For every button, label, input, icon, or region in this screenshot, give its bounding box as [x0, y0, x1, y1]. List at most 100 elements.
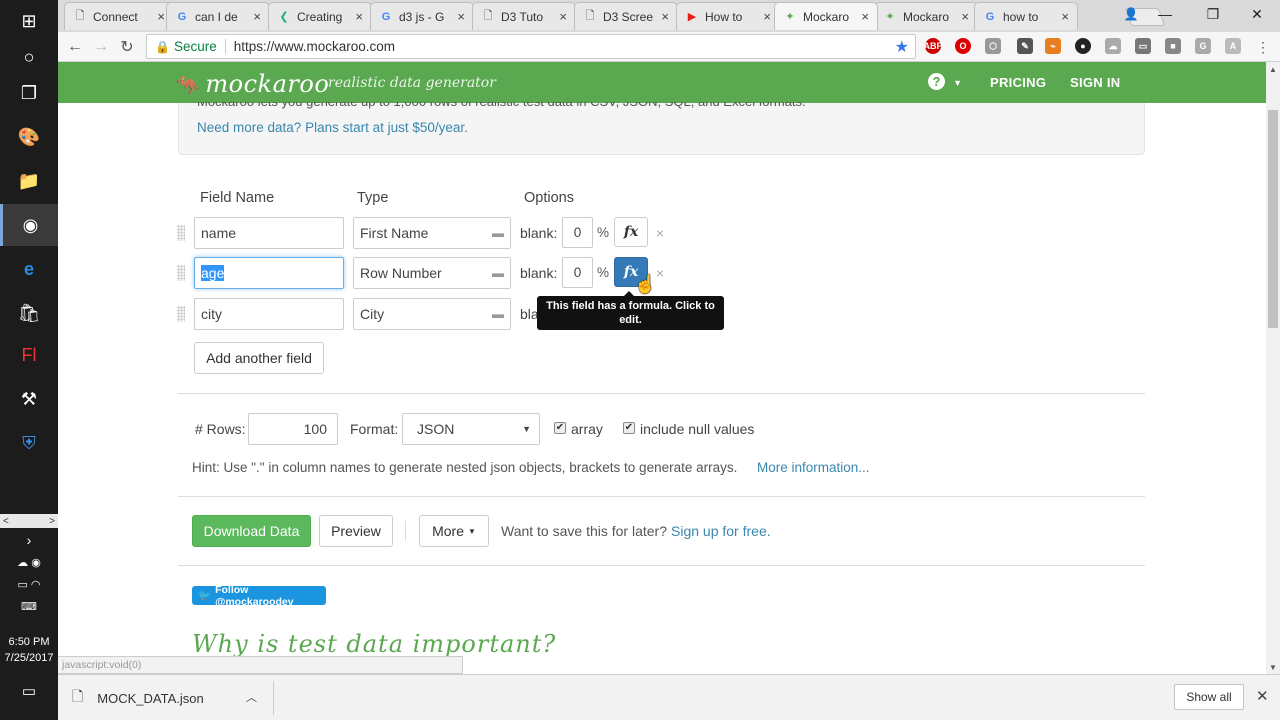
browser-tab[interactable]: G can I de ×	[166, 2, 270, 30]
drag-handle-icon[interactable]	[177, 225, 185, 241]
field-name-input[interactable]: name	[194, 217, 344, 249]
close-icon[interactable]: ×	[763, 9, 771, 24]
twitter-follow-button[interactable]: 🐦 Follow @mockaroodev	[192, 584, 326, 608]
close-icon[interactable]: ×	[961, 9, 969, 24]
browser-tab[interactable]: 🗋 D3 Scree ×	[574, 2, 678, 30]
drag-handle-icon[interactable]	[177, 265, 185, 281]
shield-ext-icon[interactable]: ⬡	[985, 38, 1001, 54]
scroll-down-icon[interactable]: ▼	[1266, 660, 1280, 674]
rows-input[interactable]: 100	[248, 413, 338, 445]
null-values-label: include null values	[640, 421, 755, 437]
keyboard-icon[interactable]: ⌨	[0, 600, 58, 613]
close-icon[interactable]: ×	[253, 9, 261, 24]
close-icon[interactable]: ×	[861, 9, 869, 24]
plans-link[interactable]: Need more data? Plans start at just $50/…	[197, 120, 468, 135]
array-checkbox[interactable]: ✔	[554, 422, 566, 434]
close-icon[interactable]: ×	[661, 9, 669, 24]
page-scrollbar[interactable]: ▲ ▼	[1266, 62, 1280, 674]
restore-icon[interactable]: ❐	[1190, 0, 1236, 28]
browser-tab[interactable]: ✦ Mockaro ×	[874, 2, 978, 30]
close-icon[interactable]: ×	[355, 9, 363, 24]
network-icon[interactable]: ▭ ◠	[0, 578, 58, 591]
pricing-link[interactable]: PRICING	[990, 75, 1046, 90]
file-explorer-icon[interactable]: 📁	[0, 160, 58, 202]
browser-tab[interactable]: 🗋 D3 Tuto ×	[472, 2, 576, 30]
browser-tab[interactable]: ❮ Creating ×	[268, 2, 372, 30]
cast-icon[interactable]: ▭	[1135, 38, 1151, 54]
chrome-taskbar-icon[interactable]: ◉	[0, 204, 58, 246]
browser-tab[interactable]: G d3 js - G ×	[370, 2, 474, 30]
help-menu[interactable]: ? ▼	[928, 73, 962, 90]
mockaroo-logo[interactable]: 🦘 mockaroo	[176, 70, 329, 98]
chevron-up-icon[interactable]: ︿	[246, 689, 257, 705]
remove-field-icon[interactable]: ×	[656, 265, 664, 281]
onedrive-icon[interactable]: ☁ ◉	[0, 556, 58, 569]
close-icon[interactable]: ×	[457, 9, 465, 24]
scrollbar-thumb[interactable]	[1268, 110, 1278, 328]
back-arrow-icon[interactable]: ←	[64, 36, 86, 58]
add-field-button[interactable]: Add another field	[194, 342, 324, 374]
browser-tab[interactable]: G how to ×	[974, 2, 1078, 30]
clock-date[interactable]: 7/25/2017	[0, 652, 58, 664]
dark-ext-icon[interactable]: ●	[1075, 38, 1091, 54]
tab-title: Creating	[297, 9, 343, 24]
more-button[interactable]: More ▼	[419, 515, 489, 547]
cloud-ext-icon[interactable]: ☁	[1105, 38, 1121, 54]
download-item[interactable]: 🗋 MOCK_DATA.json	[72, 683, 272, 713]
sign-up-link[interactable]: Sign up for free.	[671, 523, 771, 539]
square-ext-icon[interactable]: ■	[1165, 38, 1181, 54]
field-name-input[interactable]: city	[194, 298, 344, 330]
store-icon[interactable]: 🛍	[0, 292, 58, 334]
sign-in-link[interactable]: SIGN IN	[1070, 75, 1121, 90]
paint-icon[interactable]: 🎨	[0, 116, 58, 158]
blank-percent-input[interactable]: 0	[562, 257, 593, 288]
type-selector[interactable]: City ▬	[353, 298, 511, 330]
divider	[178, 393, 1145, 394]
browser-tab[interactable]: 🗋 Connect ×	[64, 2, 174, 30]
browser-tab-active[interactable]: ✦ Mockaro ×	[774, 2, 878, 30]
type-selector[interactable]: First Name ▬	[353, 217, 511, 249]
blank-percent-input[interactable]: 0	[562, 217, 593, 248]
window-close-icon[interactable]: ✕	[1234, 0, 1280, 28]
address-bar[interactable]: 🔒 Secure https://www.mockaroo.com ★	[146, 34, 916, 59]
taskbar-scroller[interactable]: < >	[0, 514, 58, 528]
minimize-icon[interactable]: —	[1142, 0, 1188, 28]
formula-button[interactable]: fx	[614, 217, 648, 247]
a-ext-icon[interactable]: A	[1225, 38, 1241, 54]
g-ext-icon[interactable]: G	[1195, 38, 1211, 54]
adblock-icon[interactable]: ABP	[924, 38, 943, 54]
clock-time[interactable]: 6:50 PM	[0, 636, 58, 648]
close-icon[interactable]: ×	[1061, 9, 1069, 24]
remove-field-icon[interactable]: ×	[656, 225, 664, 241]
scroll-up-icon[interactable]: ▲	[1266, 62, 1280, 76]
tray-expand-icon[interactable]: ›	[0, 532, 58, 548]
reload-icon[interactable]: ↻	[116, 36, 138, 58]
forward-arrow-icon[interactable]: →	[90, 36, 112, 58]
download-data-button[interactable]: Download Data	[192, 515, 311, 547]
field-name-input[interactable]: age	[194, 257, 344, 289]
browser-tab[interactable]: ▶ How to ×	[676, 2, 780, 30]
edge-icon[interactable]: e	[0, 248, 58, 290]
opera-icon[interactable]: O	[955, 38, 971, 54]
url-text[interactable]: https://www.mockaroo.com	[234, 39, 895, 54]
notifications-icon[interactable]: ▭	[0, 682, 58, 700]
drag-handle-icon[interactable]	[177, 306, 185, 322]
chrome-menu-icon[interactable]: ⋮	[1252, 36, 1274, 58]
percent-label: %	[597, 225, 610, 240]
show-all-button[interactable]: Show all	[1174, 684, 1244, 710]
tools-icon[interactable]: ⚒	[0, 378, 58, 420]
close-icon[interactable]: ×	[559, 9, 567, 24]
preview-button[interactable]: Preview	[319, 515, 393, 547]
bookmark-star-icon[interactable]: ★	[895, 37, 909, 57]
type-selector[interactable]: Row Number ▬	[353, 257, 511, 289]
rss-icon[interactable]: ⌁	[1045, 38, 1061, 54]
null-values-checkbox[interactable]: ✔	[623, 422, 635, 434]
close-icon[interactable]: ×	[157, 9, 165, 24]
eyedropper-icon[interactable]: ✎	[1017, 38, 1033, 54]
flash-icon[interactable]: Fl	[0, 334, 58, 376]
format-select[interactable]: JSON ▼	[402, 413, 540, 445]
task-view-icon[interactable]: ❐	[0, 72, 58, 114]
close-icon[interactable]: ✕	[1256, 687, 1269, 705]
defender-icon[interactable]: ⛨	[0, 422, 58, 464]
more-information-link[interactable]: More information...	[757, 460, 870, 475]
